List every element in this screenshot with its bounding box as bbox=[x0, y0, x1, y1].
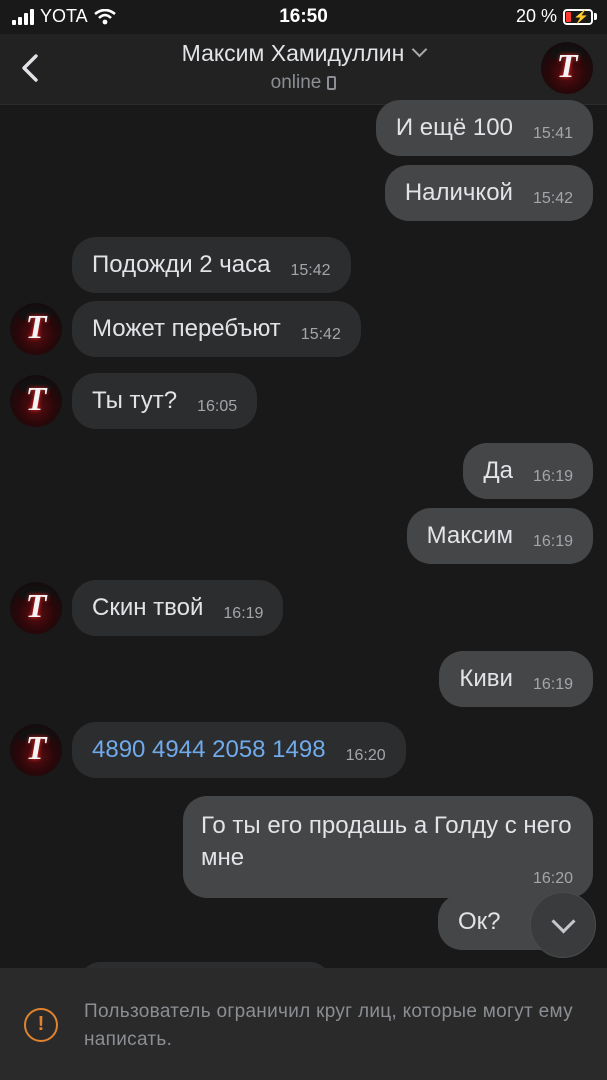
message-in[interactable]: Ты тут? 16:05 bbox=[72, 373, 258, 429]
status-right: 20 % ⚡ bbox=[516, 6, 597, 27]
battery-tip bbox=[594, 13, 597, 20]
warning-icon: ! bbox=[24, 1008, 58, 1042]
message-out[interactable]: Киви 16:19 bbox=[439, 651, 593, 707]
message-in[interactable]: Скин твой 16:19 bbox=[72, 580, 284, 636]
chevron-down-icon bbox=[412, 41, 428, 58]
avatar: T bbox=[541, 42, 593, 94]
message-bubble[interactable]: Наличкой 15:42 bbox=[384, 165, 593, 221]
message-out[interactable]: И ещё 100 15:41 bbox=[375, 100, 593, 156]
chat-header: Максим Хамидуллин online T bbox=[0, 34, 607, 105]
battery-icon: ⚡ bbox=[563, 8, 593, 25]
notice-text: Пользователь ограничил круг лиц, которые… bbox=[84, 1001, 573, 1050]
message-text: Го ты его продашь а Голду с него мне bbox=[201, 812, 572, 871]
message-time: 15:41 bbox=[532, 125, 573, 142]
avatar[interactable]: T bbox=[10, 375, 62, 427]
message-time: 15:42 bbox=[290, 262, 331, 279]
message-text: Максим bbox=[426, 522, 513, 549]
message-text: Подожди 2 часа bbox=[92, 251, 271, 278]
message-text: Да bbox=[483, 457, 513, 484]
message-bubble[interactable]: Го ты его продашь а Голду с него мне 16:… bbox=[183, 796, 593, 898]
avatar[interactable]: T bbox=[10, 582, 62, 634]
message-bubble[interactable]: Скин твой 16:19 bbox=[72, 580, 284, 636]
status-text: online bbox=[270, 72, 322, 93]
message-in[interactable]: Может перебъют 15:42 bbox=[72, 301, 361, 357]
message-time: 16:05 bbox=[197, 398, 238, 415]
card-number-link[interactable]: 4890 4944 2058 1498 bbox=[92, 736, 326, 764]
scroll-down-button[interactable] bbox=[530, 892, 596, 958]
mobile-icon bbox=[327, 76, 337, 90]
message-time: 16:19 bbox=[532, 468, 573, 485]
message-bubble[interactable]: Может перебъют 15:42 bbox=[72, 301, 361, 357]
message-time: 15:42 bbox=[300, 326, 341, 343]
message-time: 16:19 bbox=[223, 605, 264, 622]
chat-title[interactable]: Максим Хамидуллин bbox=[0, 40, 607, 67]
message-time: 16:20 bbox=[345, 747, 386, 764]
chevron-down-icon bbox=[551, 909, 576, 934]
message-bubble[interactable]: Максим 16:19 bbox=[406, 508, 593, 564]
message-bubble[interactable]: Ты тут? 16:05 bbox=[72, 373, 258, 429]
message-bubble[interactable]: Подожди 2 часа 15:42 bbox=[72, 237, 351, 293]
header-avatar[interactable]: T bbox=[541, 42, 593, 94]
status-bar: YOTA 16:50 20 % ⚡ bbox=[0, 0, 607, 34]
message-bubble[interactable]: Да 16:19 bbox=[463, 443, 593, 499]
message-out[interactable]: Го ты его продашь а Голду с него мне 16:… bbox=[183, 796, 593, 898]
message-out[interactable]: Максим 16:19 bbox=[406, 508, 593, 564]
avatar[interactable]: T bbox=[10, 724, 62, 776]
battery-percent: 20 % bbox=[515, 6, 557, 26]
message-in[interactable]: 4890 4944 2058 1498 16:20 bbox=[72, 722, 406, 778]
message-time: 16:20 bbox=[532, 870, 573, 887]
message-time: 16:19 bbox=[532, 676, 573, 693]
avatar[interactable]: T bbox=[10, 303, 62, 355]
message-text: И ещё 100 bbox=[395, 114, 513, 141]
message-text: Киви bbox=[459, 665, 513, 692]
message-text: Может перебъют bbox=[92, 315, 281, 342]
message-text: Скин твой bbox=[92, 594, 204, 621]
message-bubble[interactable]: И ещё 100 15:41 bbox=[375, 100, 593, 156]
contact-status: online bbox=[0, 72, 607, 94]
message-out[interactable]: Да 16:19 bbox=[463, 443, 593, 499]
message-text: Ты тут? bbox=[92, 387, 178, 414]
contact-name: Максим Хамидуллин bbox=[181, 40, 405, 66]
message-time: 15:42 bbox=[532, 190, 573, 207]
message-out[interactable]: Наличкой 15:42 bbox=[384, 165, 593, 221]
message-text: Наличкой bbox=[404, 179, 513, 206]
restriction-notice: ! Пользователь ограничил круг лиц, котор… bbox=[0, 968, 607, 1080]
message-bubble[interactable]: 4890 4944 2058 1498 16:20 bbox=[72, 722, 406, 778]
message-bubble[interactable]: Киви 16:19 bbox=[439, 651, 593, 707]
message-time: 16:19 bbox=[532, 533, 573, 550]
message-in[interactable]: Подожди 2 часа 15:42 bbox=[72, 237, 351, 293]
message-text: Ок? bbox=[458, 908, 501, 935]
